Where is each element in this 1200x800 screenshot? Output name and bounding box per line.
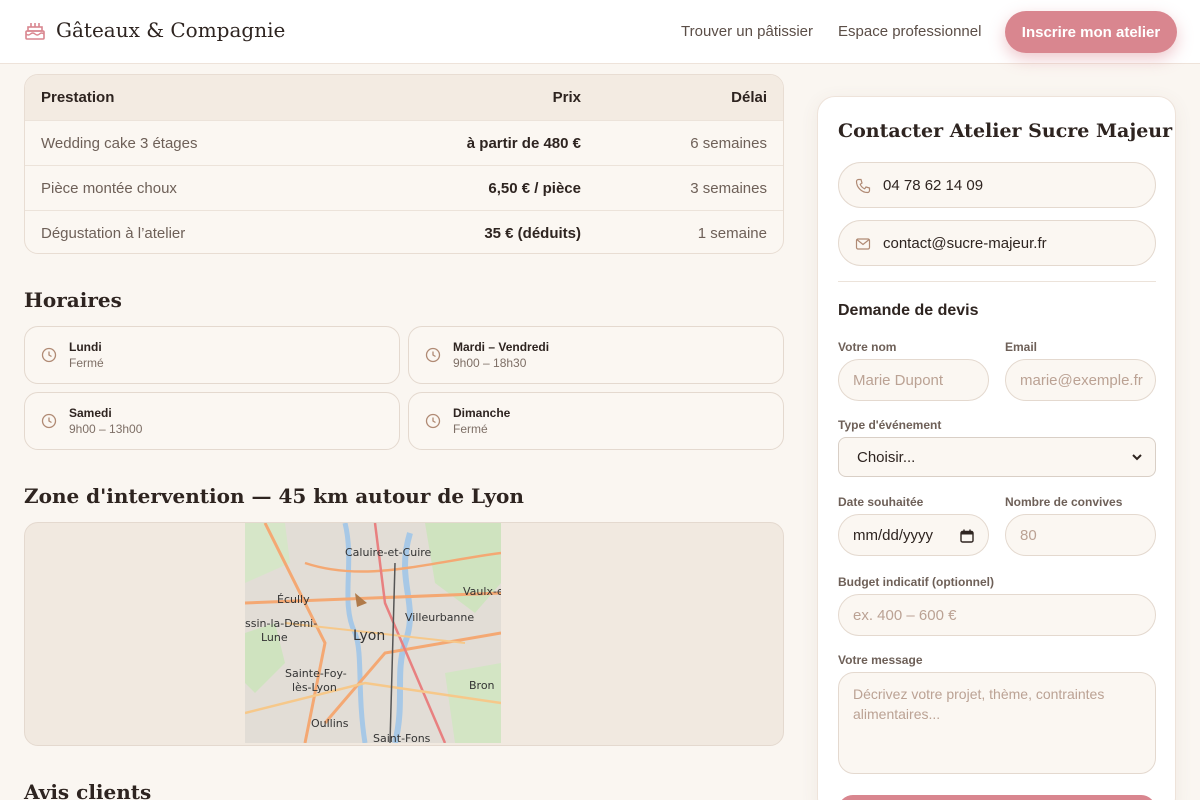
hours-time: Fermé [69,356,104,370]
brand-logo[interactable]: Gâteaux & Compagnie [24,18,285,42]
contact-title: Contacter Atelier Sucre Majeur [838,120,1173,142]
email-input[interactable]: marie@exemple.fr [1005,359,1156,401]
delay-cell: 1 semaine [697,225,767,242]
map-label: Villeurbanne [405,611,474,624]
hours-time: Fermé [453,422,488,436]
map-label: Bron [469,679,495,692]
service-area-map[interactable]: Caluire-et-Cuire Écully Vaulx-e ssin-la-… [24,522,784,746]
chevron-down-icon [1132,454,1142,461]
clock-icon [41,347,57,363]
hours-day: Lundi [69,340,102,354]
map-label: Saint-Fons [373,732,431,743]
map-label: Vaulx-e [463,585,501,598]
divider [838,281,1156,282]
hours-card: Samedi 9h00 – 13h00 [24,392,400,450]
cake-icon [25,23,45,40]
guests-label: Nombre de convives [1005,495,1123,509]
nav-professional-space[interactable]: Espace professionnel [838,23,981,40]
column-header: Prix [552,89,581,106]
price-cell: à partir de 480 € [466,135,581,152]
hours-day: Mardi – Vendredi [453,340,550,354]
phone-number: 04 78 62 14 09 [883,177,984,194]
hours-time: 9h00 – 13h00 [69,422,143,436]
map-tile[interactable]: Caluire-et-Cuire Écully Vaulx-e ssin-la-… [245,523,501,743]
date-label: Date souhaitée [838,495,924,509]
map-label: Caluire-et-Cuire [345,546,432,559]
map-label: Sainte-Foy- [285,667,347,680]
map-label: Oullins [311,717,349,730]
brand-name: Gâteaux & Compagnie [56,18,286,42]
date-value: mm/dd/yyyy [853,526,934,544]
name-input[interactable]: Marie Dupont [838,359,989,401]
price-cell: 35 € (déduits) [484,225,581,242]
table-row: Pièce montée choux 6,50 € / pièce 3 sema… [25,165,783,210]
zone-title: Zone d'intervention — 45 km autour de Ly… [24,484,524,508]
event-type-value: Choisir... [857,448,916,466]
delay-cell: 3 semaines [690,180,767,197]
hours-card: Lundi Fermé [24,326,400,384]
clock-icon [425,347,441,363]
submit-button[interactable] [838,795,1156,800]
event-type-select[interactable]: Choisir... [838,437,1156,477]
reviews-title: Avis clients [24,780,152,800]
contact-panel: Contacter Atelier Sucre Majeur 04 78 62 … [817,96,1176,800]
clock-icon [41,413,57,429]
nav-find-pastry-chef[interactable]: Trouver un pâtissier [681,23,813,40]
quote-form-title: Demande de devis [838,302,979,319]
phone-link[interactable]: 04 78 62 14 09 [838,162,1156,208]
event-type-label: Type d'événement [838,418,942,432]
budget-input[interactable]: ex. 400 – 600 € [838,594,1156,636]
calendar-icon[interactable] [960,529,974,543]
email-link[interactable]: contact@sucre-majeur.fr [838,220,1156,266]
register-workshop-button[interactable]: Inscrire mon atelier [1005,11,1177,53]
table-row: Wedding cake 3 étages à partir de 480 € … [25,120,783,165]
table-row: Dégustation à l’atelier 35 € (déduits) 1… [25,210,783,253]
service-cell: Wedding cake 3 étages [41,135,198,152]
phone-icon [855,178,871,194]
price-cell: 6,50 € / pièce [488,180,581,197]
pricing-table: Prestation Prix Délai Wedding cake 3 éta… [24,74,784,254]
budget-label: Budget indicatif (optionnel) [838,575,994,589]
map-label: ssin-la-Demi- [245,617,317,630]
map-label: Lune [261,631,288,644]
map-label: Écully [277,593,310,606]
message-label: Votre message [838,653,923,667]
hours-card: Mardi – Vendredi 9h00 – 18h30 [408,326,784,384]
mail-icon [855,238,871,250]
delay-cell: 6 semaines [690,135,767,152]
name-label: Votre nom [838,340,897,354]
column-header: Prestation [41,89,115,106]
service-cell: Dégustation à l’atelier [41,225,186,242]
hours-day: Samedi [69,406,112,420]
email-label: Email [1005,340,1038,354]
date-input[interactable]: mm/dd/yyyy [838,514,989,556]
service-cell: Pièce montée choux [41,180,177,197]
table-header-row: Prestation Prix Délai [25,75,783,120]
map-label: Lyon [353,628,385,644]
top-header: Gâteaux & Compagnie Trouver un pâtissier… [0,0,1200,64]
email-address: contact@sucre-majeur.fr [883,235,1047,252]
map-label: lès-Lyon [292,681,337,694]
hours-day: Dimanche [453,406,511,420]
clock-icon [425,413,441,429]
hours-time: 9h00 – 18h30 [453,356,527,370]
column-header: Délai [731,89,767,106]
message-textarea[interactable]: Décrivez votre projet, thème, contrainte… [838,672,1156,774]
hours-title: Horaires [24,288,122,312]
guests-input[interactable]: 80 [1005,514,1156,556]
hours-card: Dimanche Fermé [408,392,784,450]
